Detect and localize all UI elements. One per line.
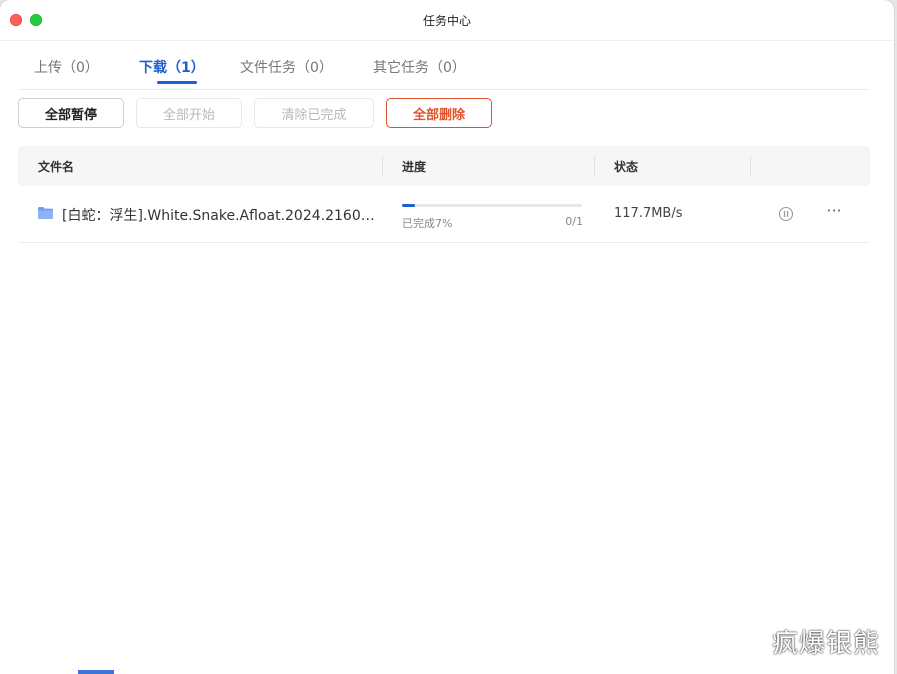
file-count: 0/1 (565, 215, 583, 228)
tab-file-tasks[interactable]: 文件任务（0） (240, 57, 333, 77)
more-icon[interactable]: ··· (824, 203, 844, 222)
column-divider (594, 156, 595, 176)
pause-icon[interactable] (778, 206, 794, 222)
column-header-status: 状态 (614, 160, 639, 174)
tab-bar: 上传（0） 下载（1） 文件任务（0） 其它任务（0） (18, 40, 870, 90)
delete-all-button[interactable]: 全部删除 (386, 98, 492, 128)
folder-icon (38, 207, 53, 219)
window-title: 任务中心 (422, 14, 471, 28)
tab-other-tasks[interactable]: 其它任务（0） (373, 57, 466, 77)
dock-edge (78, 670, 114, 674)
column-divider (750, 156, 751, 176)
column-divider (382, 156, 383, 176)
tab-download[interactable]: 下载（1） (139, 57, 205, 77)
column-header-name: 文件名 (38, 160, 75, 174)
watermark: 疯爆银熊 (771, 629, 880, 659)
table-row[interactable]: [白蛇：浮生].White.Snake.Afloat.2024.2160p.6.… (18, 186, 870, 243)
task-center-window: 任务中心 上传（0） 下载（1） 文件任务（0） 其它任务（0） 全部暂停 全部… (0, 0, 894, 674)
pause-all-button[interactable]: 全部暂停 (18, 98, 124, 128)
table-header: 文件名 进度 状态 (18, 146, 870, 186)
progress-bar-fill (402, 204, 415, 207)
tab-upload[interactable]: 上传（0） (34, 57, 99, 77)
file-name[interactable]: [白蛇：浮生].White.Snake.Afloat.2024.2160p.6.… (62, 205, 380, 225)
start-all-button[interactable]: 全部开始 (136, 98, 242, 128)
download-speed: 117.7MB/s (614, 206, 683, 221)
progress-text: 已完成7% (402, 217, 453, 230)
column-header-progress: 进度 (402, 160, 427, 174)
title-bar: 任务中心 (0, 0, 894, 41)
clear-completed-button[interactable]: 清除已完成 (254, 98, 374, 128)
progress-bar (402, 204, 582, 207)
active-tab-indicator (157, 81, 197, 84)
